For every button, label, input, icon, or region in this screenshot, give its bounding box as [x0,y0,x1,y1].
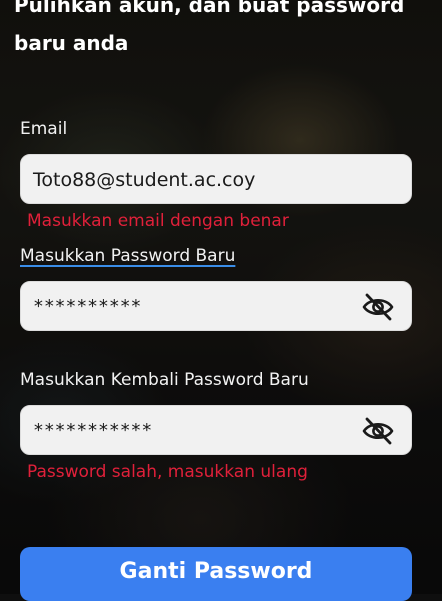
eye-off-icon[interactable] [361,417,395,445]
confirm-password-error-message: Password salah, masukkan ulang [27,462,308,482]
email-label: Email [20,119,68,139]
confirm-password-value[interactable]: *********** [33,406,152,456]
change-password-button[interactable]: Ganti Password [20,547,412,601]
page-title: Pulihkan akun, dan buat password baru an… [14,0,434,62]
page-title-line-1: Pulihkan akun, dan buat password [14,0,405,17]
email-error-message: Masukkan email dengan benar [27,211,289,231]
confirm-password-label: Masukkan Kembali Password Baru [20,370,309,390]
email-field[interactable]: Toto88@student.ac.coy [20,154,412,204]
eye-off-icon[interactable] [361,293,395,321]
new-password-field[interactable]: ********** [20,281,412,331]
confirm-password-field[interactable]: *********** [20,405,412,455]
new-password-value[interactable]: ********** [33,282,141,332]
page-title-line-2: baru anda [14,31,129,55]
email-value[interactable]: Toto88@student.ac.coy [33,155,255,205]
new-password-label: Masukkan Password Baru [20,246,236,266]
